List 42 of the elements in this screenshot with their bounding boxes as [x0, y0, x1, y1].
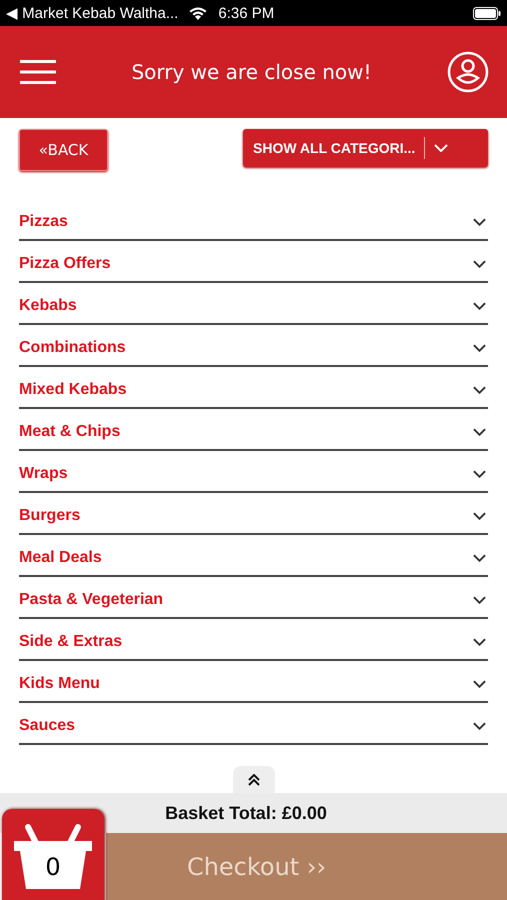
wifi-icon	[188, 6, 208, 20]
chevron-icon[interactable]	[473, 344, 486, 352]
category-item[interactable]: Pizzas	[19, 213, 68, 231]
chevron-icon[interactable]	[473, 680, 486, 688]
battery-icon	[473, 6, 501, 20]
category-item[interactable]: Meal Deals	[19, 549, 102, 567]
checkout-button[interactable]: Checkout ››	[106, 833, 507, 900]
chevron-icon[interactable]	[473, 512, 486, 520]
chevron-icon[interactable]	[473, 218, 486, 226]
double-chevron-up-icon	[248, 774, 260, 786]
back-button[interactable]: «BACK	[19, 129, 108, 171]
category-item[interactable]: Kebabs	[19, 297, 77, 315]
chevron-icon[interactable]	[473, 260, 486, 268]
category-dropdown[interactable]: SHOW ALL CATEGORI...	[243, 129, 488, 167]
user-profile-icon[interactable]	[446, 51, 489, 93]
chevron-icon[interactable]	[473, 386, 486, 394]
menu-icon[interactable]	[20, 60, 56, 84]
chevron-icon[interactable]	[473, 302, 486, 310]
chevron-icon[interactable]	[473, 554, 486, 562]
scroll-up-tab[interactable]	[233, 766, 275, 796]
category-item[interactable]: Combinations	[19, 339, 126, 357]
category-item[interactable]: Burgers	[19, 507, 80, 525]
header-title: Sorry we are close now!	[131, 60, 372, 84]
chevron-down-icon	[434, 144, 448, 152]
basket-count: 0	[44, 853, 62, 881]
basket-total: Basket Total: £0.00	[165, 802, 327, 824]
category-item[interactable]: Kids Menu	[19, 675, 100, 693]
status-time: 6:36 PM	[218, 4, 274, 22]
category-item[interactable]: Pizza Offers	[19, 255, 111, 273]
category-item[interactable]: Sauces	[19, 717, 76, 735]
chevron-icon[interactable]	[473, 470, 486, 478]
chevron-icon[interactable]	[473, 722, 486, 730]
category-item[interactable]: Wraps	[19, 465, 68, 483]
category-item[interactable]: Side & Extras	[19, 633, 122, 651]
basket-button[interactable]: 0	[2, 809, 104, 900]
category-item[interactable]: Mixed Kebabs	[19, 381, 127, 399]
category-item[interactable]: Pasta & Vegeterian	[19, 591, 164, 609]
category-item[interactable]: Meat & Chips	[19, 423, 120, 441]
back-to-app-link[interactable]: ◀ Market Kebab Waltha...	[6, 4, 178, 22]
chevron-icon[interactable]	[473, 428, 486, 436]
chevron-icon[interactable]	[473, 638, 486, 646]
chevron-icon[interactable]	[473, 596, 486, 604]
